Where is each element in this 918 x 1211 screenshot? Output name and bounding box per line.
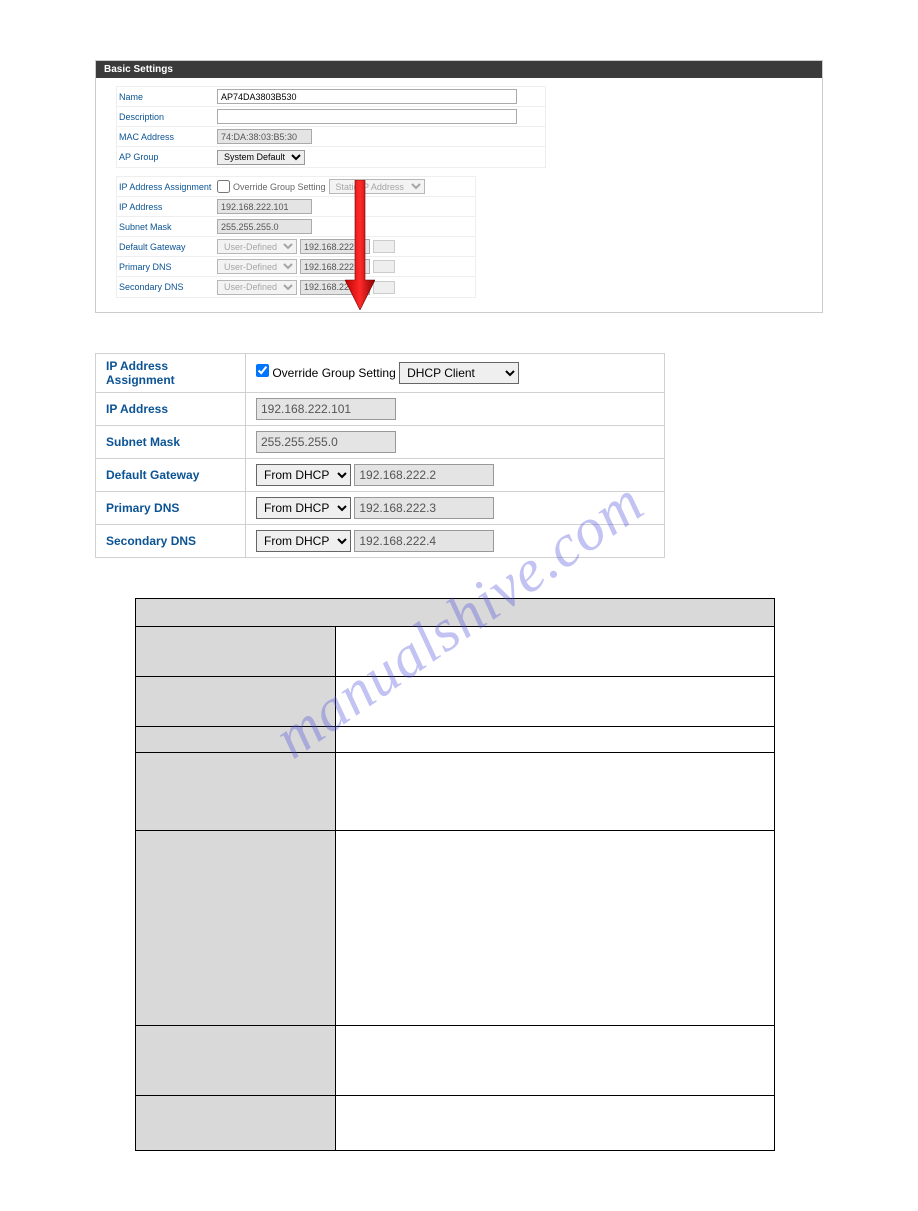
apgroup-select[interactable]: System Default — [217, 150, 305, 165]
panel-body: Name Description MAC Address AP Group Sy… — [96, 78, 822, 312]
pdns-value-2 — [354, 497, 494, 519]
mac-value — [217, 129, 312, 144]
gw-label-2: Default Gateway — [96, 459, 246, 492]
mac-label: MAC Address — [117, 130, 217, 144]
param-table-header — [136, 599, 775, 627]
name-input[interactable] — [217, 89, 517, 104]
ip-value-2 — [256, 398, 396, 420]
gw-mode-1: User-Defined — [217, 239, 297, 254]
closeup-table: IP Address Assignment Override Group Set… — [95, 353, 665, 558]
ip-label-2: IP Address — [96, 393, 246, 426]
mask-value-1 — [217, 219, 312, 234]
sdns-mode-2[interactable]: From DHCP — [256, 530, 351, 552]
sdns-value-1 — [300, 280, 370, 295]
pdns-label-2: Primary DNS — [96, 492, 246, 525]
param-cell — [136, 677, 336, 727]
param-cell — [336, 627, 775, 677]
swatch — [373, 240, 395, 253]
pdns-mode-2[interactable]: From DHCP — [256, 497, 351, 519]
override-label-2: Override Group Setting — [272, 366, 395, 380]
mask-value-2 — [256, 431, 396, 453]
mask-label-1: Subnet Mask — [117, 220, 217, 234]
param-cell — [136, 1096, 336, 1151]
override-checkbox-1[interactable] — [217, 180, 230, 193]
mode-select-1: Static IP Address — [329, 179, 425, 194]
pdns-value-1 — [300, 259, 370, 274]
name-label: Name — [117, 90, 217, 104]
override-label-1: Override Group Setting — [233, 182, 326, 192]
swatch — [373, 281, 395, 294]
gw-value-1 — [300, 239, 370, 254]
sdns-label-2: Secondary DNS — [96, 525, 246, 558]
mode-select-2[interactable]: DHCP Client — [399, 362, 519, 384]
panel-title: Basic Settings — [96, 61, 822, 78]
param-cell — [336, 727, 775, 753]
param-cell — [336, 677, 775, 727]
param-cell — [336, 1096, 775, 1151]
sdns-label-1: Secondary DNS — [117, 280, 217, 294]
sdns-mode-1: User-Defined — [217, 280, 297, 295]
description-input[interactable] — [217, 109, 517, 124]
swatch — [373, 260, 395, 273]
description-label: Description — [117, 110, 217, 124]
param-cell — [336, 1026, 775, 1096]
ipassign-label-1: IP Address Assignment — [117, 180, 217, 194]
override-checkbox-2[interactable] — [256, 364, 269, 377]
ip-label-1: IP Address — [117, 200, 217, 214]
pdns-mode-1: User-Defined — [217, 259, 297, 274]
network-block: IP Address Assignment Override Group Set… — [116, 176, 476, 298]
basic-settings-panel: Basic Settings Name Description MAC Addr… — [95, 60, 823, 313]
param-cell — [336, 753, 775, 831]
gw-mode-2[interactable]: From DHCP — [256, 464, 351, 486]
basic-block: Name Description MAC Address AP Group Sy… — [116, 86, 546, 168]
ip-value-1 — [217, 199, 312, 214]
gw-value-2 — [354, 464, 494, 486]
param-cell — [336, 831, 775, 1026]
pdns-label-1: Primary DNS — [117, 260, 217, 274]
param-table — [135, 598, 775, 1151]
param-cell — [136, 1026, 336, 1096]
gw-label-1: Default Gateway — [117, 240, 217, 254]
param-cell — [136, 753, 336, 831]
param-cell — [136, 627, 336, 677]
param-cell — [136, 831, 336, 1026]
mask-label-2: Subnet Mask — [96, 426, 246, 459]
param-cell — [136, 727, 336, 753]
ipassign-label-2: IP Address Assignment — [96, 354, 246, 393]
apgroup-label: AP Group — [117, 150, 217, 164]
sdns-value-2 — [354, 530, 494, 552]
